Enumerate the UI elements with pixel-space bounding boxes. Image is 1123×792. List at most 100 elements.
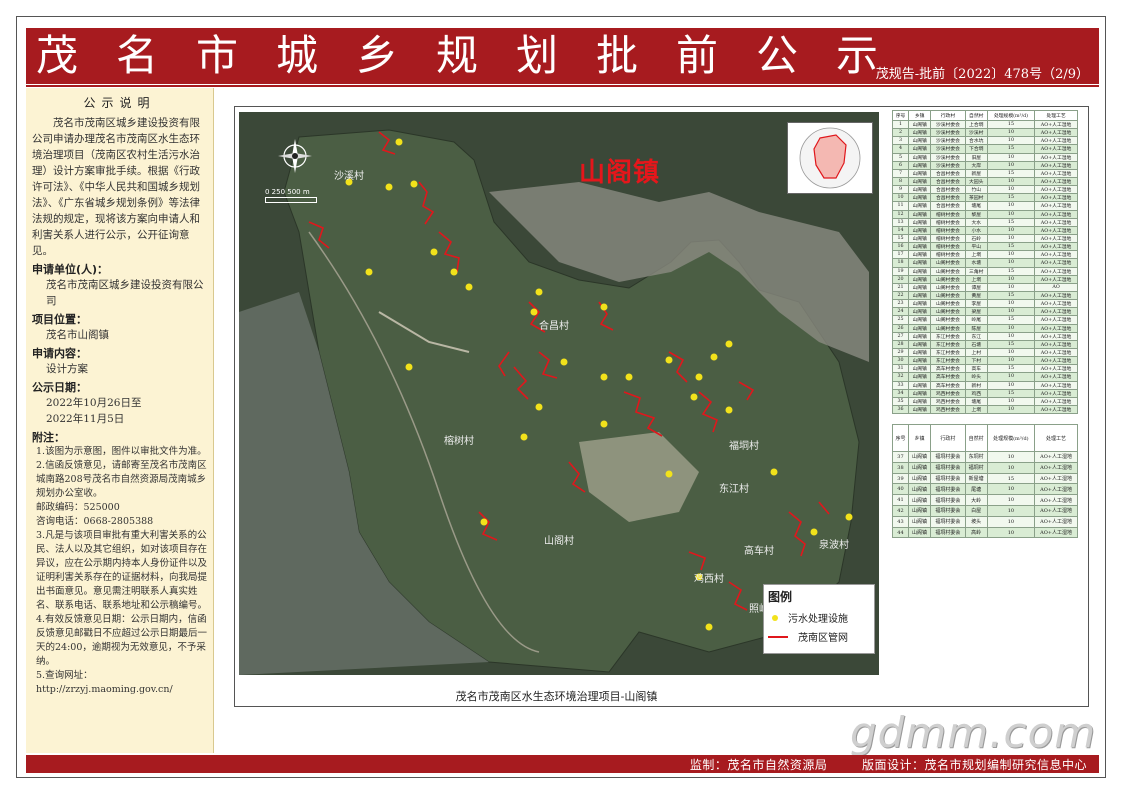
table-cell: 石塘 xyxy=(964,339,988,349)
location-label: 项目位置： xyxy=(32,313,87,326)
table-cell: 山阁镇 xyxy=(908,233,932,244)
table-cell: 山阁镇 xyxy=(907,526,932,539)
table-cell: 沙溪村委会 xyxy=(930,152,966,162)
table-cell: 山阁镇 xyxy=(908,193,932,203)
table-cell: 10 xyxy=(986,225,1036,235)
table-cell: 15 xyxy=(986,472,1036,485)
table-cell: 山阁镇 xyxy=(908,315,932,325)
table-cell: 山阁村委会 xyxy=(930,274,966,284)
footer-design: 版面设计：茂名市规划编制研究信息中心 xyxy=(861,758,1087,772)
facility-point xyxy=(465,283,473,291)
table-cell: 上村 xyxy=(964,347,988,358)
facility-point xyxy=(480,518,488,526)
table-cell: 上垌 xyxy=(964,250,988,260)
table-cell: 41 xyxy=(892,494,909,507)
table-cell: 10 xyxy=(986,250,1036,260)
table-row: 5 山阁镇 沙溪村委会 旧屋 10 AO+人工湿地 xyxy=(891,152,1078,162)
table-cell: 10 xyxy=(986,258,1036,268)
table-cell: 26 xyxy=(891,323,910,333)
table-cell: 4 xyxy=(891,144,910,154)
facility-point xyxy=(395,138,403,146)
table-cell: 32 xyxy=(891,372,910,382)
content-value: 设计方案 xyxy=(46,363,88,375)
facility-tables: 序号 乡镇 行政村 自然村 处理规模(m³/d) 处理工艺 1 山阁镇 沙溪村委会 上合垌 15 A… xyxy=(891,110,1078,539)
table-cell: 37 xyxy=(892,451,909,463)
table-cell: 合昌村委会 xyxy=(930,193,966,203)
table-row: 10 山阁镇 合昌村委会 茶园村 15 AO+人工湿地 xyxy=(891,193,1078,203)
facility-point xyxy=(560,358,568,366)
table-cell: 山阁镇 xyxy=(908,404,932,415)
query-url-link[interactable]: http://zrzyj.maoming.gov.cn/ xyxy=(32,683,207,697)
table-cell: AO+人工湿地 xyxy=(1034,526,1078,539)
table-cell: 28 xyxy=(891,339,910,349)
table-cell: 山阁村委会 xyxy=(930,307,966,317)
table-cell: 山阁村委会 xyxy=(930,299,966,309)
table-cell: AO+人工湿地 xyxy=(1034,160,1078,170)
map-legend: 图例 污水处理设施 茂南区管网 xyxy=(763,584,875,654)
table-cell: 福垌村委会 xyxy=(930,494,966,507)
table-cell: 山阁镇 xyxy=(908,152,932,162)
town-label: 山阁镇 xyxy=(579,158,661,188)
legend-facility: 污水处理设施 xyxy=(764,608,874,627)
table-cell: 10 xyxy=(986,128,1036,138)
table-cell: 高岭 xyxy=(964,526,988,539)
facility-point xyxy=(535,403,543,411)
table-row: 17 山阁镇 榕树村委会 上垌 10 AO+人工湿地 xyxy=(891,250,1078,260)
map-caption: 茂名市茂南区水生态环境治理项目-山阁镇 xyxy=(455,690,658,703)
table-cell: 山阁村委会 xyxy=(930,290,966,301)
facility-point xyxy=(695,373,703,381)
table-cell: 榕树村委会 xyxy=(930,250,966,260)
table-cell: AO+人工湿地 xyxy=(1034,451,1078,463)
table-cell: 山阁镇 xyxy=(908,185,932,195)
table-cell: 高车村委会 xyxy=(930,364,966,374)
table-cell: 高车村委会 xyxy=(930,372,966,382)
table-cell: 福垌村委会 xyxy=(930,483,966,496)
table-cell: 6 xyxy=(891,160,910,170)
table-cell: 塘尾 xyxy=(964,201,988,211)
table-row: 40 山阁镇 福垌村委会 尾塘 10 AO+人工湿地 xyxy=(892,483,1078,496)
table-cell: 15 xyxy=(986,290,1036,301)
note-2: 2.信函反馈意见，请邮寄至茂名市茂南区城南路208号茂名市自然资源局茂南城乡规划… xyxy=(36,460,207,499)
table-row: 30 山阁镇 东江村委会 下村 10 AO+人工湿地 xyxy=(891,356,1078,366)
table-cell: AO+人工湿地 xyxy=(1034,494,1078,507)
content-label: 申请内容： xyxy=(32,347,87,360)
table-cell: 陈屋 xyxy=(964,323,988,333)
table-cell: 黎屋 xyxy=(964,209,988,219)
table-cell: 尾塘 xyxy=(964,483,988,496)
table-cell: 福垌村委会 xyxy=(930,526,966,539)
table-cell: 沙溪村 xyxy=(964,128,988,138)
table-cell: 沙溪村委会 xyxy=(930,144,966,154)
table-cell: 山阁镇 xyxy=(908,372,932,382)
table-cell: 岭头 xyxy=(964,372,988,382)
table-cell: 沙溪村委会 xyxy=(930,128,966,138)
table-cell: 9 xyxy=(891,185,910,195)
table-cell: 山阁村委会 xyxy=(930,315,966,325)
table-cell: AO+人工湿地 xyxy=(1034,209,1078,219)
table-cell: 竹山 xyxy=(964,185,988,195)
table-cell: 东江村委会 xyxy=(930,339,966,349)
sidebar-title: 公示说明 xyxy=(83,96,156,110)
table-header-cell: 处理工艺 xyxy=(1034,424,1078,453)
table-cell: 25 xyxy=(891,315,910,325)
table-cell: AO+人工湿地 xyxy=(1034,136,1078,146)
facility-point xyxy=(690,393,698,401)
table-cell: 下合垌 xyxy=(964,144,988,154)
facility-point xyxy=(535,288,543,296)
table-cell: 10 xyxy=(986,347,1036,358)
table-cell: 19 xyxy=(891,266,910,276)
table-cell: 山阁镇 xyxy=(908,160,932,170)
table-cell: AO+人工湿地 xyxy=(1034,290,1078,301)
table-cell: 沙溪村委会 xyxy=(930,119,966,130)
table-cell: 10 xyxy=(986,515,1036,528)
table-header-cell: 自然村 xyxy=(964,110,988,121)
table-header-row: 序号 乡镇 行政村 自然村 处理规模(m³/d) 处理工艺 xyxy=(891,110,1078,121)
table-cell: 15 xyxy=(986,168,1036,178)
table-cell: 10 xyxy=(986,152,1036,162)
table-cell: 山阁镇 xyxy=(908,307,932,317)
applicant-label: 申请单位(人)： xyxy=(32,263,109,276)
note-3: 3.凡是与该项目审批有重大利害关系的公民、法人以及其它组织，如对该项目存在异议，… xyxy=(36,530,208,611)
inset-drawing xyxy=(799,127,861,189)
table-cell: 大岭 xyxy=(964,494,988,507)
table-row: 41 山阁镇 福垌村委会 大岭 10 AO+人工湿地 xyxy=(892,494,1078,507)
table-row: 19 山阁镇 山阁村委会 三角村 15 AO+人工湿地 xyxy=(891,266,1078,276)
